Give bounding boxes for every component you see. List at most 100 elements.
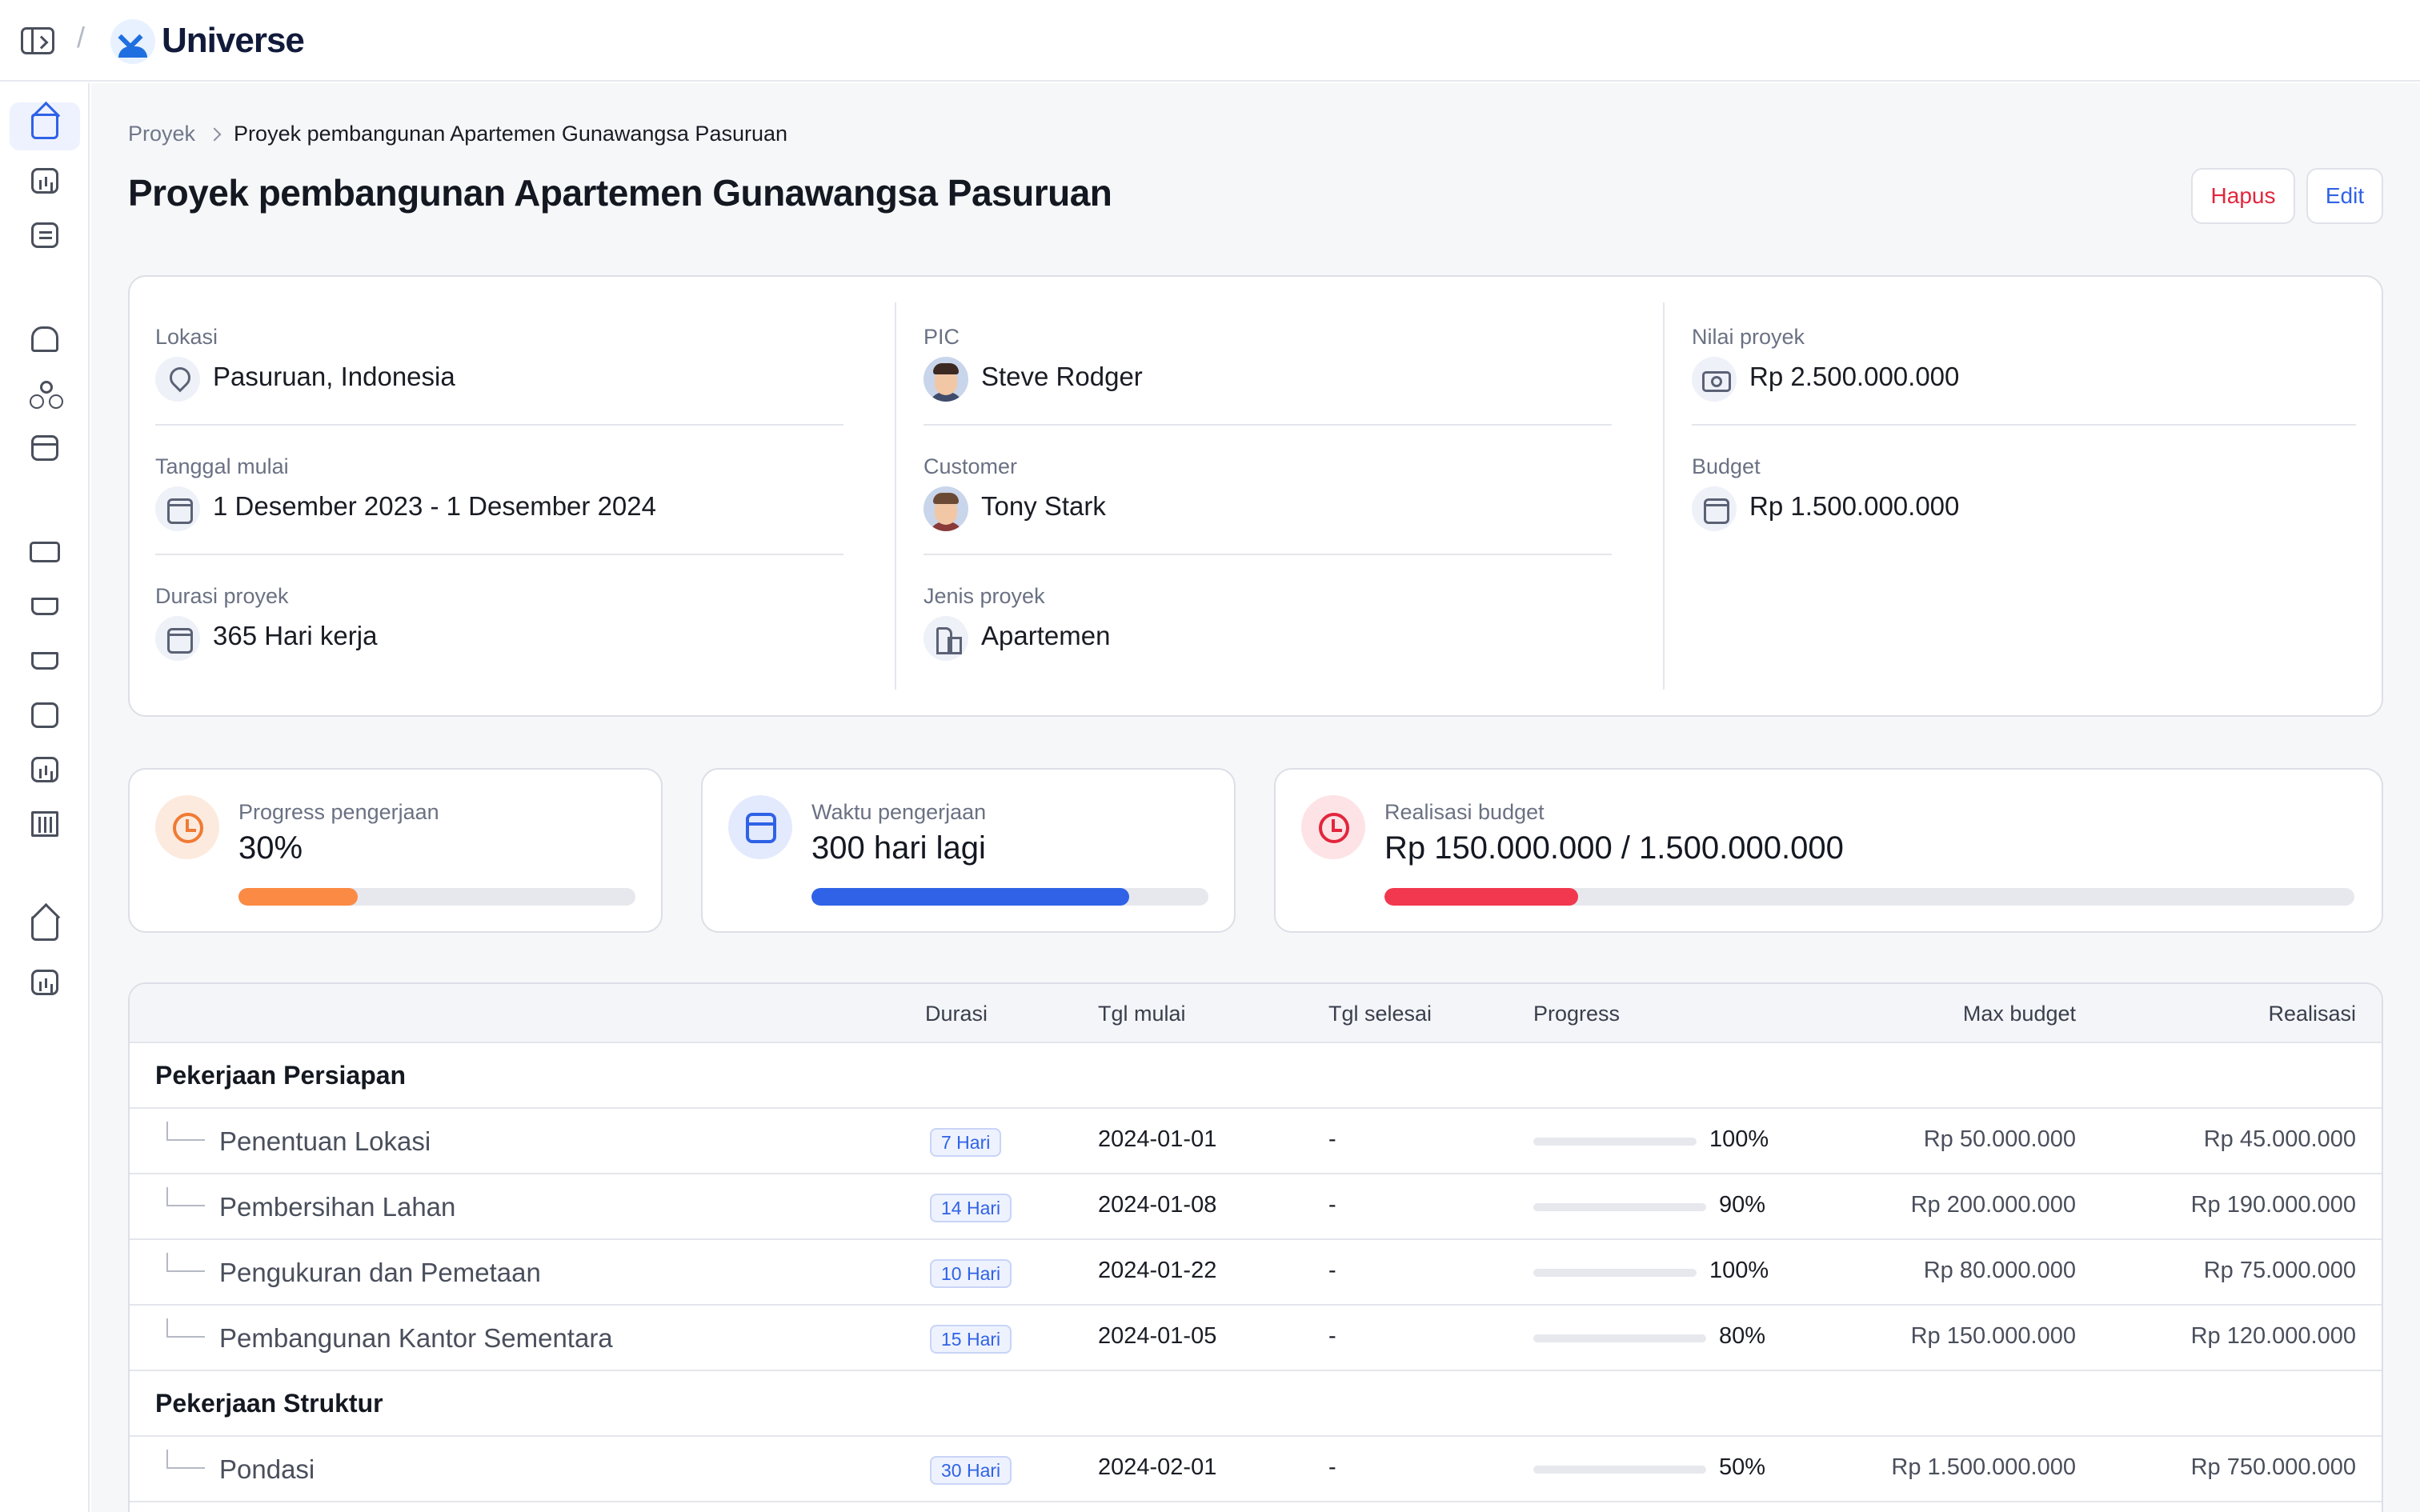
field-value: Tony Stark [981, 491, 1106, 521]
money-icon [1692, 357, 1737, 402]
end-date: - [1328, 1258, 1336, 1283]
start-date: 2024-01-01 [1098, 1126, 1217, 1152]
column-divider [895, 302, 896, 690]
universe-logo-icon [110, 19, 155, 64]
field-customer: Customer Tony Stark [924, 454, 1612, 584]
sidebar-notes-icon[interactable] [10, 211, 80, 259]
start-date: 2024-01-05 [1098, 1323, 1217, 1349]
field-tanggal-mulai: Tanggal mulai 1 Desember 2023 - 1 Desemb… [155, 454, 843, 584]
sidebar-bank-icon[interactable] [10, 800, 80, 848]
field-label: Tanggal mulai [155, 454, 289, 478]
tree-connector [166, 1122, 205, 1141]
sidebar-window-icon[interactable] [10, 424, 80, 472]
divider [1692, 424, 2356, 426]
stat-label: Realisasi budget [1384, 800, 1545, 824]
sidebar-home-icon[interactable] [10, 102, 80, 150]
sidebar-org-chart-icon[interactable] [10, 370, 80, 418]
clock-icon [1301, 795, 1365, 859]
calendar-icon [155, 486, 200, 531]
table-row[interactable]: Pembersihan Lahan 14 Hari 2024-01-08 - 90% Rp… [130, 1174, 2382, 1240]
field-label: Jenis proyek [924, 584, 1045, 608]
progress-bar-fill [238, 888, 358, 906]
field-value: Apartemen [981, 621, 1111, 650]
field-value: Pasuruan, Indonesia [213, 362, 455, 391]
calendar-icon [1692, 486, 1737, 531]
task-name: Pondasi [219, 1454, 315, 1484]
task-progress-bar [1533, 1466, 1706, 1474]
divider [155, 424, 843, 426]
delete-button[interactable]: Hapus [2191, 168, 2295, 224]
stat-progress-card: Progress pengerjaan 30% [128, 768, 663, 933]
field-durasi: Durasi proyek 365 Hari kerja [155, 584, 843, 714]
edit-button[interactable]: Edit [2306, 168, 2383, 224]
max-budget: Rp 150.000.000 [1910, 1323, 2076, 1349]
end-date: - [1328, 1126, 1336, 1152]
max-budget: Rp 200.000.000 [1910, 1192, 2076, 1218]
clock-icon [155, 795, 219, 859]
realisasi: Rp 190.000.000 [2190, 1192, 2356, 1218]
tree-connector [166, 1187, 205, 1206]
chevron-right-icon [207, 127, 222, 141]
group-name: Pekerjaan Struktur [155, 1389, 383, 1418]
group-name: Pekerjaan Persiapan [155, 1061, 407, 1090]
sidebar-factory-icon[interactable] [10, 746, 80, 794]
field-pic: PIC Steve Rodger [924, 325, 1612, 454]
end-date: - [1328, 1454, 1336, 1480]
field-jenis: Jenis proyek Apartemen [924, 584, 1612, 714]
tree-connector [166, 1253, 205, 1272]
duration-badge: 30 Hari [930, 1456, 1012, 1485]
page-title: Proyek pembangunan Apartemen Gunawangsa … [128, 172, 1112, 214]
col-max-budget: Max budget [1962, 1002, 2076, 1026]
table-row[interactable]: Pembangunan Kantor Sementara 15 Hari 2024-… [130, 1306, 2382, 1371]
tree-connector [166, 1450, 205, 1469]
table-row[interactable]: Penentuan Lokasi 7 Hari 2024-01-01 - 100% Rp … [130, 1109, 2382, 1174]
max-budget: Rp 50.000.000 [1923, 1126, 2076, 1152]
sidebar-cart-icon[interactable] [10, 582, 80, 630]
start-date: 2024-01-22 [1098, 1258, 1217, 1283]
project-info-card: Lokasi Pasuruan, Indonesia Tanggal mulai… [128, 275, 2383, 717]
sidebar-home-2-icon[interactable] [10, 904, 80, 952]
realisasi: Rp 75.000.000 [2203, 1258, 2356, 1283]
sidebar-cart-add-icon[interactable] [10, 637, 80, 685]
table-group-row: Pekerjaan Persiapan [130, 1043, 2382, 1109]
field-label: Nilai proyek [1692, 325, 1805, 349]
col-realisasi: Realisasi [2268, 1002, 2356, 1026]
sidebar-service-bell-icon[interactable] [10, 315, 80, 363]
sidebar-train-icon[interactable] [10, 691, 80, 739]
budget-bar-fill [1384, 888, 1579, 906]
sidebar-analytics-icon[interactable] [10, 157, 80, 205]
table-row[interactable]: Pondasi 30 Hari 2024-02-01 - 50% Rp 1.500.000… [130, 1437, 2382, 1502]
duration-badge: 14 Hari [930, 1194, 1012, 1222]
field-value: Rp 1.500.000.000 [1749, 491, 1960, 521]
divider [924, 554, 1612, 555]
task-name: Penentuan Lokasi [219, 1126, 431, 1156]
progress-percent: 100% [1709, 1258, 1769, 1283]
field-lokasi: Lokasi Pasuruan, Indonesia [155, 325, 843, 454]
sidebar-truck-icon[interactable] [10, 528, 80, 576]
breadcrumb-current: Proyek pembangunan Apartemen Gunawangsa … [234, 122, 788, 146]
progress-percent: 100% [1709, 1126, 1769, 1152]
field-value: Steve Rodger [981, 362, 1143, 391]
divider [155, 554, 843, 555]
progress-percent: 50% [1719, 1454, 1766, 1480]
field-label: Durasi proyek [155, 584, 289, 608]
breadcrumb-parent-link[interactable]: Proyek [128, 122, 195, 146]
col-tgl-mulai: Tgl mulai [1098, 1002, 1186, 1026]
table-row[interactable]: Pengukuran dan Pemetaan 10 Hari 2024-01-22… [130, 1240, 2382, 1306]
task-name: Pembangunan Kantor Sementara [219, 1323, 613, 1353]
field-label: Customer [924, 454, 1018, 478]
field-label: Lokasi [155, 325, 218, 349]
realisasi: Rp 750.000.000 [2190, 1454, 2356, 1480]
breadcrumb-separator: / [77, 21, 86, 54]
realisasi: Rp 120.000.000 [2190, 1323, 2356, 1349]
sidebar [0, 83, 90, 1512]
field-label: PIC [924, 325, 960, 349]
sidebar-analytics-2-icon[interactable] [10, 958, 80, 1006]
stat-value: 300 hari lagi [811, 830, 986, 866]
progress-percent: 90% [1719, 1192, 1766, 1218]
task-name: Pembersihan Lahan [219, 1192, 456, 1222]
col-progress: Progress [1533, 1002, 1621, 1026]
sidebar-toggle-icon[interactable] [21, 27, 54, 54]
task-progress-bar [1533, 1138, 1697, 1146]
stat-label: Waktu pengerjaan [811, 800, 987, 824]
